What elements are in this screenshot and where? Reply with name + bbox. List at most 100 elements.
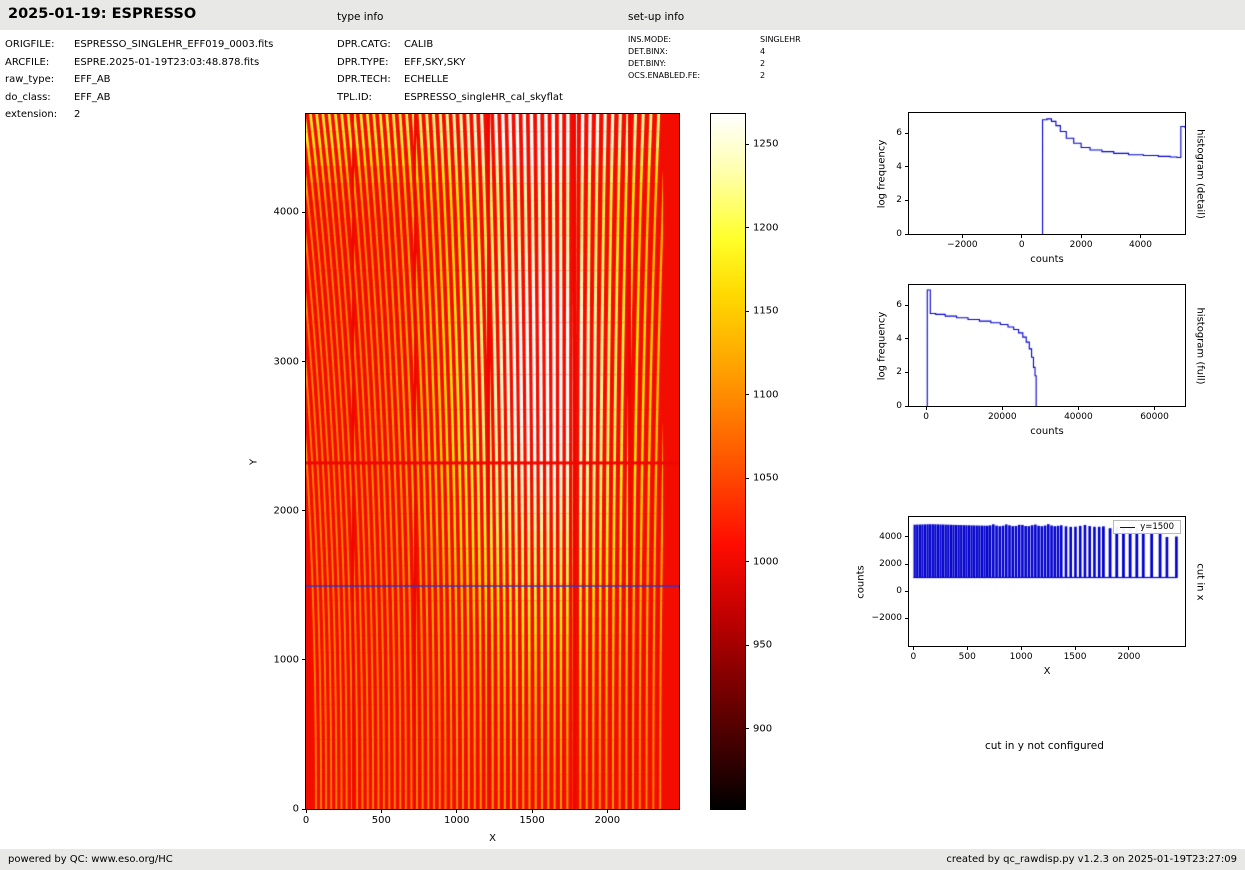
y-tick-label: 2000	[273, 505, 299, 517]
tick-mark	[305, 809, 307, 813]
y-tick-label: 3000	[273, 356, 299, 368]
colorbar-tick-mark	[745, 143, 749, 145]
y-axis-label: Y	[248, 458, 260, 465]
extension-label: extension:	[5, 109, 58, 120]
colorbar-tick-label: 1150	[753, 305, 779, 317]
x-tick-label: 4000	[1129, 240, 1152, 250]
tick-mark	[905, 617, 909, 619]
dpr-tech-label: DPR.TECH:	[337, 74, 391, 85]
tick-mark	[302, 659, 306, 661]
colorbar-tick-mark	[745, 728, 749, 730]
tick-mark	[1077, 406, 1079, 410]
det-biny-value: 2	[760, 59, 766, 68]
tick-mark	[905, 233, 909, 235]
setup-info-heading: set-up info	[628, 11, 685, 23]
tick-mark	[905, 304, 909, 306]
tick-mark	[905, 199, 909, 201]
det-binx-value: 4	[760, 47, 766, 56]
x-axis-label: counts	[1030, 426, 1064, 437]
y-axis-label: log frequency	[876, 311, 888, 380]
cut-in-x-plot: y=1500 0 500 1000 1500 2000 −2000 0 2000 4000 Xco…	[856, 516, 1206, 677]
tick-mark	[961, 234, 963, 238]
det-biny-label: DET.BINY:	[628, 59, 667, 68]
x-tick-label: 500	[958, 652, 976, 662]
tick-mark	[925, 406, 927, 410]
type-info-block: DPR.CATG: CALIB DPR.TYPE: EFF,SKY,SKY DPR.…	[337, 36, 563, 106]
footer-left-text: powered by QC: www.eso.org/HC	[8, 854, 173, 865]
tick-mark	[905, 338, 909, 340]
colorbar-tick-label: 950	[753, 639, 773, 651]
tick-mark	[966, 646, 968, 650]
extension-value: 2	[74, 109, 81, 120]
x-tick-label: 2000	[1069, 240, 1093, 250]
arcfile-value: ESPRE.2025-01-19T23:03:48.878.fits	[74, 56, 260, 68]
info-row: raw_type: EFF_AB	[5, 71, 273, 89]
tick-mark	[912, 646, 914, 650]
y-tick-label: 4	[896, 161, 902, 172]
dpr-type-label: DPR.TYPE:	[337, 56, 389, 68]
tick-mark	[905, 166, 909, 168]
info-row: DET.BINX: 4	[628, 46, 801, 58]
colorbar-tick-label: 1100	[753, 389, 779, 401]
legend-line-sample	[1120, 526, 1136, 528]
y-axis-label: counts	[855, 564, 867, 599]
x-tick-label: 2000	[594, 815, 621, 826]
tick-mark	[1128, 646, 1130, 650]
ins-mode-value: SINGLEHR	[760, 35, 801, 44]
colorbar-tick-label: 1200	[753, 222, 779, 234]
histogram-full-plot: 0 20000 40000 60000 0 2 4 6 counts log frequency h…	[877, 284, 1206, 437]
y-tick-label: 0	[896, 401, 902, 411]
cut-in-x-canvas	[909, 517, 1185, 646]
y-tick-label: 0	[896, 229, 902, 239]
right-axis-label: histogram (detail)	[1194, 128, 1206, 219]
tick-mark	[606, 809, 608, 813]
x-tick-label: 500	[371, 815, 391, 826]
footer-bar: powered by QC: www.eso.org/HC created by…	[0, 849, 1245, 870]
tick-mark	[1139, 234, 1141, 238]
raw-type-label: raw_type:	[5, 74, 55, 85]
x-tick-label: 0	[302, 815, 310, 826]
y-tick-label: 0	[896, 586, 902, 597]
colorbar: 900 950 1000 1050 1100 1150 1200 1250	[710, 113, 778, 810]
info-row: extension: 2	[5, 106, 273, 124]
tick-mark	[905, 405, 909, 407]
right-axis-label: histogram (full)	[1194, 306, 1206, 385]
origfile-value: ESPRESSO_SINGLEHR_EFF019_0003.fits	[74, 39, 274, 50]
dpr-catg-value: CALIB	[404, 39, 434, 50]
tpl-id-value: ESPRESSO_singleHR_cal_skyflat	[404, 91, 563, 103]
info-row: TPL.ID: ESPRESSO_singleHR_cal_skyflat	[337, 89, 563, 107]
x-tick-label: 1500	[1063, 652, 1087, 662]
x-tick-label: 0	[923, 412, 929, 422]
right-axis-label: cut in x	[1194, 562, 1206, 601]
histogram-detail-canvas	[909, 113, 1185, 234]
y-tick-label: 0	[292, 803, 299, 815]
ocs-enabled-fe-value: 2	[760, 71, 766, 80]
det-binx-label: DET.BINX:	[628, 47, 668, 56]
tick-mark	[905, 371, 909, 373]
do-class-value: EFF_AB	[74, 91, 111, 103]
file-info-block: ORIGFILE: ESPRESSO_SINGLEHR_EFF019_0003.f…	[5, 36, 273, 124]
info-row: DPR.CATG: CALIB	[337, 36, 563, 54]
colorbar-tick-mark	[745, 561, 749, 563]
histogram-full-canvas	[909, 285, 1185, 406]
tick-mark	[380, 809, 382, 813]
y-tick-label: 4000	[273, 206, 299, 218]
y-tick-label: 6	[896, 300, 902, 311]
info-row: do_class: EFF_AB	[5, 89, 273, 107]
header-bar: 2025-01-19: ESPRESSO type info set-up in…	[0, 0, 1245, 30]
x-tick-label: 1000	[1009, 652, 1033, 662]
raw-type-value: EFF_AB	[74, 74, 111, 85]
x-tick-label: 0	[910, 652, 917, 662]
tick-mark	[905, 590, 909, 592]
info-row: ORIGFILE: ESPRESSO_SINGLEHR_EFF019_0003.f…	[5, 36, 273, 54]
colorbar-tick-label: 900	[753, 723, 773, 735]
info-row: DET.BINY: 2	[628, 58, 801, 70]
colorbar-tick-mark	[745, 394, 749, 396]
page-title: 2025-01-19: ESPRESSO	[8, 6, 197, 22]
x-axis-label: X	[489, 833, 496, 844]
tick-mark	[1154, 406, 1156, 410]
do-class-label: do_class:	[5, 91, 51, 103]
arcfile-label: ARCFILE:	[5, 56, 50, 68]
ins-mode-label: INS.MODE:	[628, 35, 672, 44]
tick-mark	[905, 536, 909, 538]
